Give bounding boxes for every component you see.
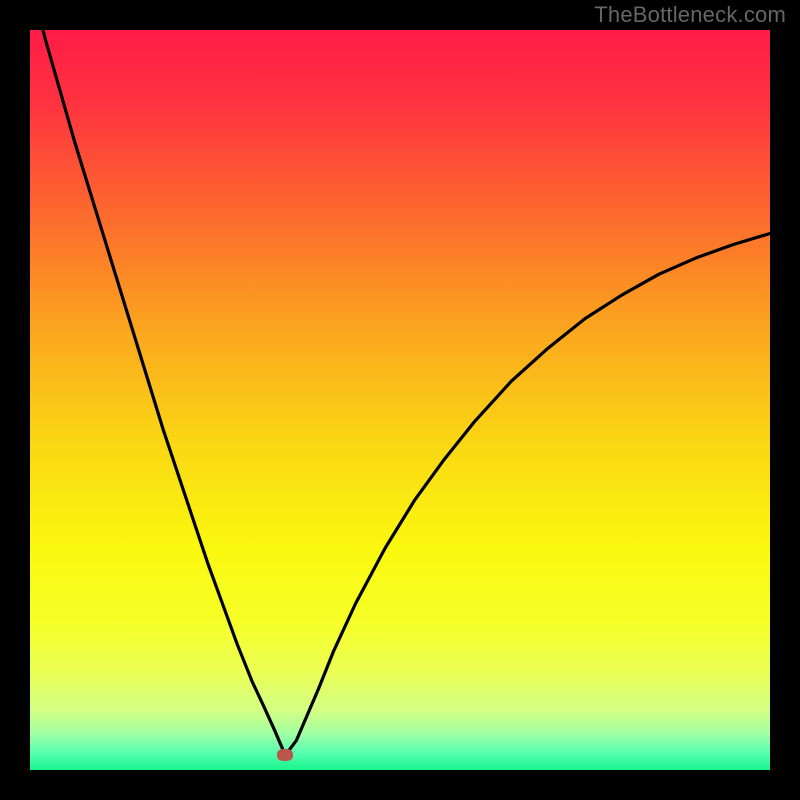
watermark-text: TheBottleneck.com xyxy=(594,2,786,28)
plot-area xyxy=(30,30,770,770)
curve-layer xyxy=(30,30,770,770)
optimal-point-marker xyxy=(277,749,293,761)
chart-frame: TheBottleneck.com xyxy=(0,0,800,800)
bottleneck-curve xyxy=(30,30,770,755)
